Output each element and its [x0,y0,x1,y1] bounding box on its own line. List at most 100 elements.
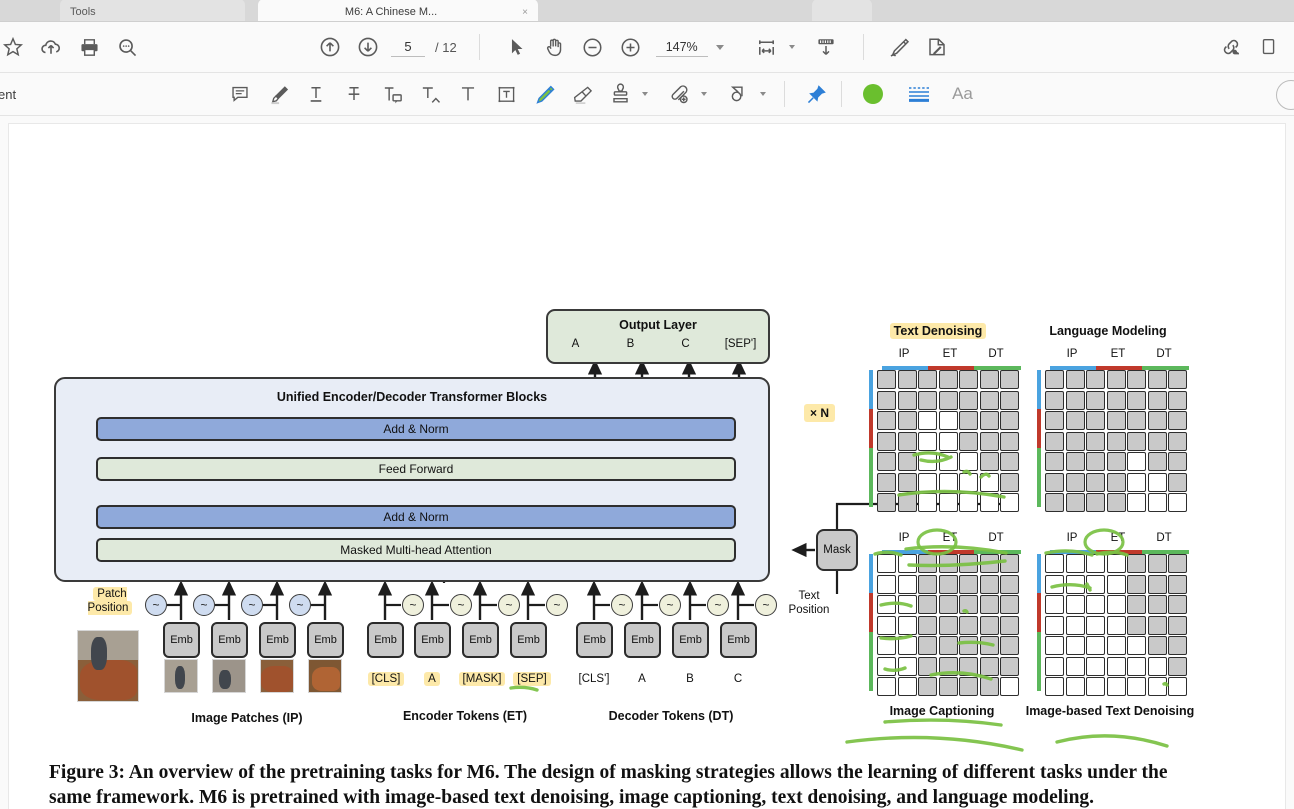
attention-cell [959,411,978,430]
fill-and-sign-icon[interactable] [918,29,956,65]
attention-cell [1147,554,1167,573]
attention-cell [1168,493,1187,512]
image-patch [308,659,342,693]
zoom-out-icon[interactable] [574,29,612,65]
attention-cell [877,493,896,512]
attention-cell [1106,493,1126,512]
image-patch [164,659,198,693]
avatar[interactable] [1276,80,1294,110]
shapes-icon[interactable] [719,76,757,112]
attention-cell [1086,411,1105,430]
add-norm-layer-bottom: Add & Norm [96,505,736,529]
eraser-icon[interactable] [563,76,601,112]
attention-cell [1168,390,1187,410]
attention-cell [1065,493,1085,512]
attention-cell [1086,677,1105,696]
underline-icon[interactable] [297,76,335,112]
output-layer-tokens: A B C [SEP'] [548,338,768,350]
pin-icon[interactable] [797,76,835,112]
page-number-input[interactable] [391,37,425,57]
position-node: ~ [241,594,263,616]
scroll-mode-icon[interactable] [807,29,845,65]
attention-cell [1000,615,1019,635]
tab-m6-paper[interactable]: M6: A Chinese M... × [258,0,538,21]
attention-cell [918,452,937,471]
text-comment-icon[interactable] [373,76,411,112]
grid-title: Text Denoising [863,323,1013,339]
attention-cell [1000,411,1019,430]
chevron-down-icon[interactable] [760,92,767,96]
comment-icon[interactable] [221,76,259,112]
pdf-page-area[interactable]: Output Layer A B C [SEP'] Unified Encode… [0,116,1294,809]
group-caption-dt: Decoder Tokens (DT) [608,709,734,723]
sign-icon[interactable] [880,29,918,65]
star-icon[interactable] [0,29,32,65]
column-headers: IP ET DT [1066,532,1172,544]
attention-cell [1147,636,1167,655]
select-cursor-icon[interactable] [498,29,536,65]
attention-cell [877,554,896,573]
line-style-icon[interactable] [900,76,938,112]
typewriter-icon[interactable] [449,76,487,112]
text-box-icon[interactable] [487,76,525,112]
attention-cell [1168,677,1187,696]
annotate-tools-group [221,76,767,112]
attention-cell [1045,452,1064,471]
pencil-icon[interactable] [525,76,563,112]
output-layer-box: Output Layer A B C [SEP'] [546,309,770,364]
strikethrough-icon[interactable] [335,76,373,112]
attention-cell [959,636,978,655]
attention-matrix [877,370,1019,512]
attention-cell [959,493,978,512]
attention-cell [1168,636,1187,655]
insert-text-icon[interactable] [411,76,449,112]
tab-tools[interactable]: Tools [60,0,245,21]
attention-cell [897,656,917,676]
zoom-in-icon[interactable] [612,29,650,65]
attention-cell [1000,636,1019,655]
attention-cell [1147,574,1167,594]
attention-cell [1045,636,1064,655]
search-icon[interactable] [108,29,146,65]
embedding-box: Emb [367,622,404,658]
share-link-icon[interactable] [1212,29,1250,65]
next-page-icon[interactable] [349,29,387,65]
attention-cell [1045,656,1064,676]
tab-extra[interactable] [812,0,872,21]
attention-cell [1045,472,1064,492]
attention-cell [1106,370,1126,389]
attention-cell [1045,595,1064,614]
fit-tools-group [748,29,845,65]
zoom-level-input[interactable] [655,37,708,57]
attention-cell [1168,554,1187,573]
chevron-down-icon[interactable] [642,92,649,96]
output-token: [SEP'] [724,338,757,350]
fit-page-icon[interactable] [748,29,786,65]
attention-cell [918,370,937,389]
attention-cell [1127,554,1146,573]
embedding-box: Emb [720,622,757,658]
stamp-icon[interactable] [601,76,639,112]
attention-cell [1086,472,1105,492]
previous-page-icon[interactable] [311,29,349,65]
attention-cell [1127,472,1146,492]
attention-cell [1127,493,1146,512]
print-icon[interactable] [70,29,108,65]
attention-cell [979,411,999,430]
attention-cell [1127,370,1146,389]
attention-cell [1086,636,1105,655]
attention-cell [979,390,999,410]
embedding-box: Emb [163,622,200,658]
cloud-upload-icon[interactable] [32,29,70,65]
chevron-down-icon[interactable] [788,45,795,49]
hand-pan-icon[interactable] [536,29,574,65]
chevron-down-icon[interactable] [715,44,724,50]
font-size-label[interactable]: Aa [952,84,973,104]
position-node: ~ [498,594,520,616]
color-swatch[interactable] [854,76,892,112]
highlight-icon[interactable] [259,76,297,112]
chevron-down-icon[interactable] [701,92,708,96]
copy-icon[interactable] [1250,29,1288,65]
close-icon[interactable]: × [522,7,528,18]
attachment-icon[interactable] [660,76,698,112]
